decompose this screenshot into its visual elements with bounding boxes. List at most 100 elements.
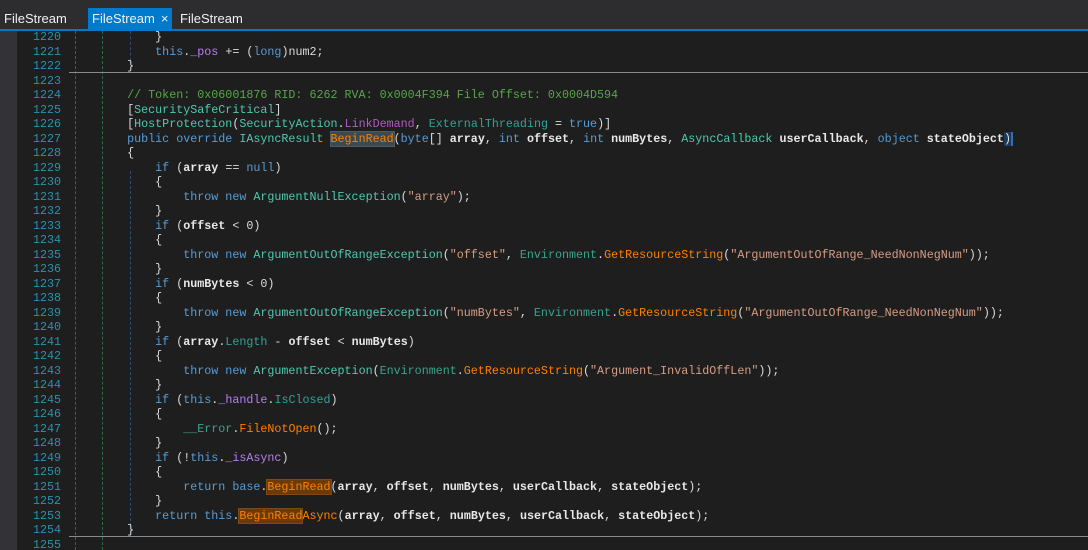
code-token: if — [155, 218, 170, 233]
code-line[interactable]: 1223 — [17, 74, 1088, 89]
code-text: { — [71, 233, 162, 248]
code-token: < 0) — [239, 276, 275, 291]
code-token: stateObject — [926, 131, 1004, 146]
code-line[interactable]: 1241 if (array.Length - offset < numByte… — [17, 335, 1088, 350]
code-line[interactable]: 1252 } — [17, 494, 1088, 509]
tab-filestream-active[interactable]: FileStream × — [88, 8, 173, 31]
line-number: 1255 — [32, 537, 61, 550]
code-line[interactable]: 1227 public override IAsyncResult BeginR… — [17, 130, 1088, 147]
code-line[interactable]: 1250 { — [17, 465, 1088, 480]
line-number: 1249 — [32, 450, 61, 465]
code-line[interactable]: 1251 return base.BeginRead(array, offset… — [17, 478, 1088, 495]
code-token: ( — [583, 363, 591, 378]
line-number: 1242 — [32, 349, 61, 363]
code-text: if (numBytes < 0) — [71, 277, 274, 292]
line-number: 1254 — [32, 523, 61, 537]
code-line[interactable]: 1228 { — [17, 146, 1088, 161]
code-line[interactable]: 1229 if (array == null) — [17, 161, 1088, 176]
code-token: Environment — [519, 247, 598, 262]
code-line[interactable]: 1233 if (offset < 0) — [17, 219, 1088, 234]
code-line[interactable]: 1238 { — [17, 291, 1088, 306]
code-token: throw new — [183, 363, 254, 378]
code-token: ArgumentOutOfRangeException — [253, 305, 443, 320]
code-line[interactable]: 1220 } — [17, 31, 1088, 45]
code-line[interactable]: 1236 } — [17, 262, 1088, 277]
code-token: } — [71, 262, 163, 276]
code-line[interactable]: 1240 } — [17, 320, 1088, 335]
code-line[interactable]: 1225 [SecuritySafeCritical] — [17, 103, 1088, 118]
code-token: IsClosed — [274, 392, 331, 407]
code-token: offset — [526, 131, 570, 146]
code-token: { — [71, 407, 163, 421]
code-line[interactable]: 1245 if (this._handle.IsClosed) — [17, 393, 1088, 408]
code-token: // Token: 0x06001876 RID: 6262 RVA: 0x00… — [127, 88, 619, 102]
code-editor[interactable]: 1220 } 1221 this._pos += (long)num2; 1222 … — [17, 31, 1088, 550]
code-line[interactable]: 1237 if (numBytes < 0) — [17, 277, 1088, 292]
code-line[interactable]: 1243 throw new ArgumentException(Environ… — [17, 364, 1088, 379]
line-number: 1248 — [32, 436, 61, 450]
code-token: userCallback — [779, 131, 864, 146]
code-token: ArgumentOutOfRangeException — [253, 247, 443, 262]
code-token: throw new — [183, 305, 254, 320]
line-number: 1236 — [32, 262, 61, 276]
code-line[interactable]: 1255 — [17, 538, 1088, 550]
code-token: true — [569, 117, 598, 131]
code-token: stateObject — [618, 508, 696, 523]
code-token: public override — [127, 131, 240, 146]
code-token: , — [484, 131, 499, 146]
code-line[interactable]: 1239 throw new ArgumentOutOfRangeExcepti… — [17, 306, 1088, 321]
line-number: 1231 — [32, 189, 61, 204]
code-token: , — [379, 508, 394, 523]
line-number: 1232 — [32, 204, 61, 218]
code-line[interactable]: 1242 { — [17, 349, 1088, 364]
code-token: } — [71, 378, 163, 392]
code-token: , — [505, 247, 520, 262]
code-text: return this.BeginReadAsync(array, offset… — [71, 507, 709, 524]
tab-filestream-3[interactable]: FileStream — [176, 8, 247, 31]
tab-filestream-1[interactable]: FileStream — [0, 8, 71, 31]
code-token: if — [155, 276, 170, 291]
line-number: 1253 — [32, 508, 61, 523]
code-line[interactable]: 1231 throw new ArgumentNullException("ar… — [17, 190, 1088, 205]
line-number: 1223 — [32, 73, 61, 88]
code-token: , — [667, 131, 682, 146]
code-line[interactable]: 1246 { — [17, 407, 1088, 422]
code-token: _isAsync — [225, 450, 282, 465]
code-line[interactable]: 1232 } — [17, 204, 1088, 219]
code-token: )); — [758, 363, 780, 378]
code-line[interactable]: 1244 } — [17, 378, 1088, 393]
code-token: ) — [1003, 131, 1013, 146]
line-number: 1235 — [32, 247, 61, 262]
code-token: < — [330, 334, 352, 349]
code-token: { — [71, 146, 135, 160]
code-line[interactable]: 1230 { — [17, 175, 1088, 190]
code-token: ( — [442, 305, 450, 320]
code-token: BeginRead — [266, 478, 332, 495]
code-text: } — [71, 31, 162, 45]
code-line[interactable]: 1221 this._pos += (long)num2; — [17, 45, 1088, 60]
code-token: if — [155, 160, 170, 175]
code-line[interactable]: 1235 throw new ArgumentOutOfRangeExcepti… — [17, 248, 1088, 263]
code-line[interactable]: 1247 __Error.FileNotOpen(); — [17, 422, 1088, 437]
code-text: throw new ArgumentOutOfRangeException("o… — [71, 248, 990, 263]
line-number: 1234 — [32, 233, 61, 247]
code-token: )); — [982, 305, 1004, 320]
line-number: 1237 — [32, 276, 61, 291]
code-line[interactable]: 1248 } — [17, 436, 1088, 451]
code-line[interactable]: 1226 [HostProtection(SecurityAction.Link… — [17, 117, 1088, 132]
code-line[interactable]: 1234 { — [17, 233, 1088, 248]
close-icon[interactable]: × — [161, 11, 169, 26]
code-token: "offset" — [449, 247, 506, 262]
method-separator — [69, 71, 1088, 73]
code-token: SecuritySafeCritical — [134, 102, 275, 117]
code-token: offset — [288, 334, 331, 349]
code-token: Environment — [379, 363, 457, 378]
code-token: [] — [428, 131, 450, 146]
code-line[interactable]: 1249 if (!this._isAsync) — [17, 451, 1088, 466]
code-line[interactable]: 1253 return this.BeginReadAsync(array, o… — [17, 507, 1088, 524]
code-line[interactable]: 1224 // Token: 0x06001876 RID: 6262 RVA:… — [17, 88, 1088, 103]
